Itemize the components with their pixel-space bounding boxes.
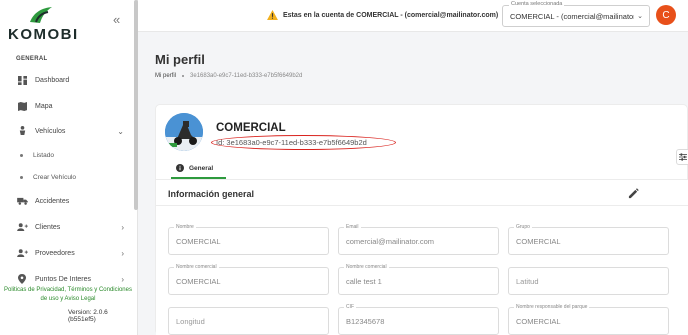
profile-name: COMERCIAL — [216, 122, 286, 134]
field-value: COMERCIAL — [176, 237, 221, 246]
logo-text: KOMOBI — [8, 26, 79, 43]
field-label: Nombre comercial — [344, 264, 389, 270]
sidebar-item-label: Proveedores — [35, 249, 75, 257]
sidebar-item-label: Accidentes — [35, 197, 70, 205]
field-value: COMERCIAL — [176, 277, 221, 286]
field-cif[interactable]: CIF B12345678 — [338, 304, 499, 335]
account-warning: Estas en la cuenta de COMERCIAL - (comer… — [267, 10, 498, 20]
field-responsable-parque[interactable]: Nombre responsable del parque COMERCIAL — [508, 304, 669, 335]
sidebar-item-accidentes[interactable]: Accidentes — [0, 191, 136, 211]
sliders-icon — [679, 153, 687, 161]
sidebar-item-label: Mapa — [35, 102, 53, 110]
section-title: Información general — [168, 189, 255, 199]
sidebar-item-label: Puntos De Interes — [35, 275, 92, 283]
sidebar-item-label: Clientes — [35, 223, 61, 231]
sidebar-item-dashboard[interactable]: Dashboard — [0, 70, 136, 90]
field-value: COMERCIAL — [516, 237, 561, 246]
field-label: Grupo — [514, 224, 532, 230]
bullet-icon — [20, 175, 23, 179]
logo-mark-icon — [30, 7, 52, 23]
field-placeholder: Longitud — [176, 317, 205, 326]
users-icon — [15, 223, 29, 231]
users-icon — [15, 249, 29, 257]
profile-photo-icon — [165, 113, 203, 151]
chevron-down-icon: ⌄ — [637, 13, 643, 20]
vehicle-icon — [15, 126, 29, 136]
warning-text: Estas en la cuenta de COMERCIAL - (comer… — [283, 11, 499, 19]
bullet-icon — [20, 153, 23, 157]
field-label: Nombre — [174, 224, 196, 230]
sidebar-item-vehiculos[interactable]: Vehículos ⌄ — [0, 121, 136, 141]
account-select-value: COMERCIAL - (comercial@mailinator.com) — [510, 12, 634, 21]
sidebar-item-clientes[interactable]: Clientes › — [0, 217, 136, 237]
field-nombre[interactable]: Nombre COMERCIAL — [168, 224, 329, 255]
field-latitud[interactable]: Latitud — [508, 267, 669, 295]
map-icon — [15, 101, 29, 111]
account-select-label: Cuenta seleccionada — [509, 1, 565, 7]
sidebar-item-label: Vehículos — [35, 127, 66, 135]
sidebar: KOMOBI « GENERAL Dashboard Mapa Vehículo… — [0, 0, 138, 335]
sidebar-subitem-crear-vehiculo[interactable]: Crear Vehículo — [0, 169, 136, 185]
account-select[interactable]: Cuenta seleccionada COMERCIAL - (comerci… — [502, 1, 650, 27]
field-label: Nombre responsable del parque — [514, 304, 590, 310]
field-direccion[interactable]: Nombre comercial calle test 1 — [338, 264, 499, 295]
legal-links[interactable]: Politicas de Privacidad, Términos y Cond… — [0, 286, 136, 303]
pin-icon — [15, 274, 29, 284]
profile-card: COMERCIAL Id: 3e1683a0-e9c7-11ed-b333-e7… — [155, 104, 688, 335]
sidebar-subitem-listado[interactable]: Listado — [0, 147, 136, 163]
field-label: CIF — [344, 304, 357, 310]
field-label: Nombre comercial — [174, 264, 219, 270]
sidebar-item-label: Listado — [33, 151, 54, 159]
highlight-oval-annotation — [211, 135, 396, 150]
komobi-logo[interactable]: KOMOBI — [8, 6, 79, 43]
topbar: Estas en la cuenta de COMERCIAL - (comer… — [138, 0, 688, 32]
general-info-section: Información general Nombre COMERCIAL Ema… — [156, 180, 688, 335]
field-value: COMERCIAL — [516, 317, 561, 326]
field-placeholder: Latitud — [516, 277, 539, 286]
tab-general[interactable]: General — [176, 160, 213, 176]
field-longitud[interactable]: Longitud — [168, 307, 329, 335]
settings-drawer-button[interactable] — [676, 149, 688, 165]
breadcrumb-current: 3e1683a0-e9c7-11ed-b333-e7b5f6649b2d — [190, 73, 303, 79]
breadcrumb-separator — [182, 75, 185, 77]
sidebar-item-label: Crear Vehículo — [33, 173, 76, 181]
chevron-right-icon: › — [121, 274, 124, 284]
chevron-right-icon: › — [121, 222, 124, 232]
info-icon — [176, 164, 184, 172]
field-value: comercial@mailinator.com — [346, 237, 435, 246]
field-email[interactable]: Email comercial@mailinator.com — [338, 224, 499, 255]
divider — [156, 205, 688, 206]
breadcrumb-root[interactable]: Mi perfil — [155, 73, 176, 79]
sidebar-item-proveedores[interactable]: Proveedores › — [0, 243, 136, 263]
version-label: Version: 2.0.6 (b551ef5) — [68, 309, 108, 323]
sidebar-item-mapa[interactable]: Mapa — [0, 96, 136, 116]
nav-section-label: GENERAL — [16, 56, 48, 62]
warning-icon — [267, 10, 278, 20]
user-avatar[interactable]: C — [656, 5, 676, 25]
field-grupo[interactable]: Grupo COMERCIAL — [508, 224, 669, 255]
breadcrumb: Mi perfil 3e1683a0-e9c7-11ed-b333-e7b5f6… — [155, 73, 302, 79]
tab-label: General — [189, 164, 214, 172]
page-title: Mi perfil — [155, 52, 205, 67]
field-value: B12345678 — [346, 317, 385, 326]
field-label: Email — [344, 224, 361, 230]
sidebar-item-label: Dashboard — [35, 76, 70, 84]
field-nombre-comercial[interactable]: Nombre comercial COMERCIAL — [168, 264, 329, 295]
truck-icon — [15, 197, 29, 205]
chevron-down-icon: ⌄ — [117, 126, 124, 136]
profile-image — [165, 113, 203, 151]
dashboard-icon — [15, 75, 29, 85]
edit-pencil-icon[interactable] — [628, 188, 639, 199]
chevron-right-icon: › — [121, 248, 124, 258]
field-value: calle test 1 — [346, 277, 382, 286]
collapse-sidebar-icon[interactable]: « — [113, 12, 120, 27]
